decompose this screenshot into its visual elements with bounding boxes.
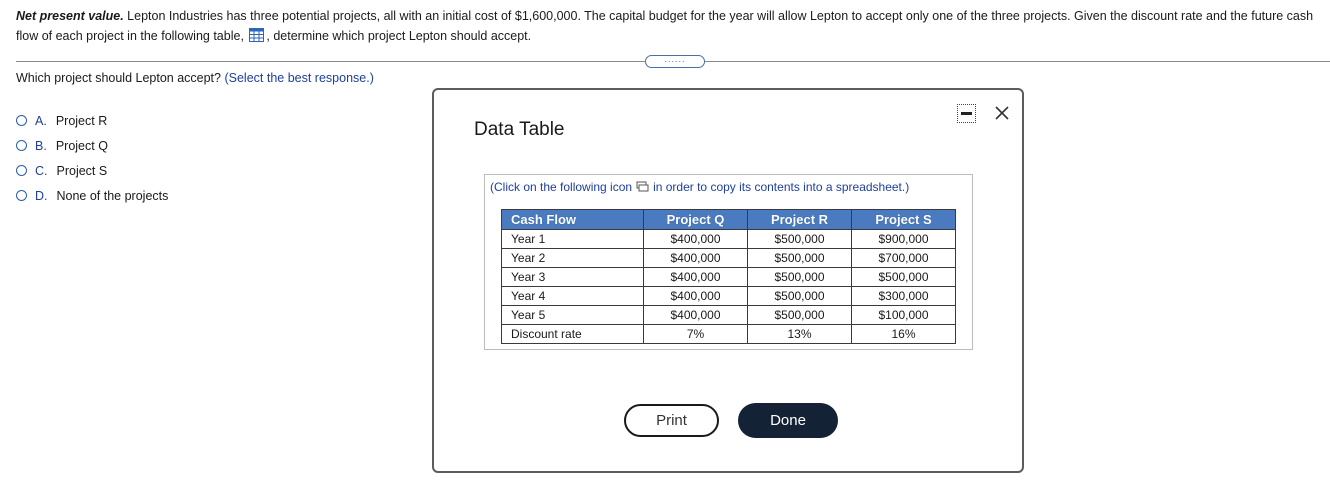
table-cell: $900,000: [851, 229, 956, 249]
table-cell: Year 3: [501, 267, 644, 287]
data-table-container: (Click on the following icon in order to …: [484, 174, 973, 350]
table-cell: 7%: [643, 324, 748, 344]
table-row: Discount rate 7% 13% 16%: [501, 324, 956, 344]
question-lead: Net present value.: [16, 9, 124, 23]
option-label: Project R: [55, 113, 108, 128]
table-cell: $700,000: [851, 248, 956, 268]
column-header: Project R: [747, 209, 852, 230]
option-label: Project S: [56, 163, 108, 178]
option-letter: C.: [35, 163, 48, 178]
table-cell: $400,000: [643, 267, 748, 287]
table-header-row: Cash Flow Project Q Project R Project S: [501, 209, 956, 230]
table-cell: $500,000: [747, 286, 852, 306]
option-letter: A.: [35, 113, 47, 128]
table-row: Year 3 $400,000 $500,000 $500,000: [501, 267, 956, 287]
table-cell: $400,000: [643, 248, 748, 268]
column-header: Cash Flow: [501, 209, 644, 230]
option-d[interactable]: D. None of the projects: [16, 183, 168, 208]
radio-icon[interactable]: [16, 140, 27, 151]
expand-more-button[interactable]: ......: [645, 55, 705, 68]
prompt-text: Which project should Lepton accept?: [16, 71, 225, 85]
copy-note-before: (Click on the following icon: [490, 180, 633, 194]
table-cell: $400,000: [643, 286, 748, 306]
table-cell: 13%: [747, 324, 852, 344]
radio-icon[interactable]: [16, 190, 27, 201]
close-icon[interactable]: [992, 103, 1012, 123]
minimize-icon[interactable]: [957, 104, 976, 123]
table-row: Year 5 $400,000 $500,000 $100,000: [501, 305, 956, 325]
prompt-hint: (Select the best response.): [224, 71, 374, 85]
option-label: None of the projects: [56, 188, 169, 203]
table-cell: $500,000: [747, 267, 852, 287]
radio-icon[interactable]: [16, 165, 27, 176]
table-row: Year 1 $400,000 $500,000 $900,000: [501, 229, 956, 249]
table-cell: Year 5: [501, 305, 644, 325]
table-icon[interactable]: [249, 28, 265, 42]
question-body: Lepton Industries has three potential pr…: [16, 9, 1314, 43]
column-header: Project Q: [643, 209, 748, 230]
table-cell: $400,000: [643, 229, 748, 249]
table-row: Year 2 $400,000 $500,000 $700,000: [501, 248, 956, 268]
column-header: Project S: [851, 209, 956, 230]
option-letter: B.: [35, 138, 47, 153]
table-cell: $500,000: [747, 248, 852, 268]
dialog-title: Data Table: [474, 119, 565, 140]
copy-note-after: in order to copy its contents into a spr…: [653, 180, 910, 194]
question-text: Net present value. Lepton Industries has…: [16, 6, 1316, 46]
table-cell: Year 4: [501, 286, 644, 306]
option-a[interactable]: A. Project R: [16, 108, 168, 133]
option-c[interactable]: C. Project S: [16, 158, 168, 183]
data-table-dialog: Data Table (Click on the following icon i…: [432, 88, 1024, 473]
cash-flow-table: Cash Flow Project Q Project R Project S …: [501, 209, 956, 344]
option-letter: D.: [35, 188, 48, 203]
copy-note: (Click on the following icon in order to …: [490, 180, 909, 194]
copy-icon[interactable]: [636, 181, 649, 192]
option-b[interactable]: B. Project Q: [16, 133, 168, 158]
table-cell: $500,000: [747, 229, 852, 249]
table-cell: $500,000: [851, 267, 956, 287]
prompt: Which project should Lepton accept? (Sel…: [16, 71, 374, 85]
table-cell: $400,000: [643, 305, 748, 325]
done-button[interactable]: Done: [738, 403, 838, 438]
table-row: Year 4 $400,000 $500,000 $300,000: [501, 286, 956, 306]
option-label: Project Q: [55, 138, 108, 153]
answer-options: A. Project R B. Project Q C. Project S D…: [16, 108, 168, 208]
radio-icon[interactable]: [16, 115, 27, 126]
table-cell: Year 1: [501, 229, 644, 249]
table-cell: Year 2: [501, 248, 644, 268]
print-button[interactable]: Print: [624, 404, 719, 437]
table-cell: 16%: [851, 324, 956, 344]
table-cell: $500,000: [747, 305, 852, 325]
table-cell: Discount rate: [501, 324, 644, 344]
question-tail: , determine which project Lepton should …: [266, 29, 532, 43]
table-cell: $300,000: [851, 286, 956, 306]
table-cell: $100,000: [851, 305, 956, 325]
